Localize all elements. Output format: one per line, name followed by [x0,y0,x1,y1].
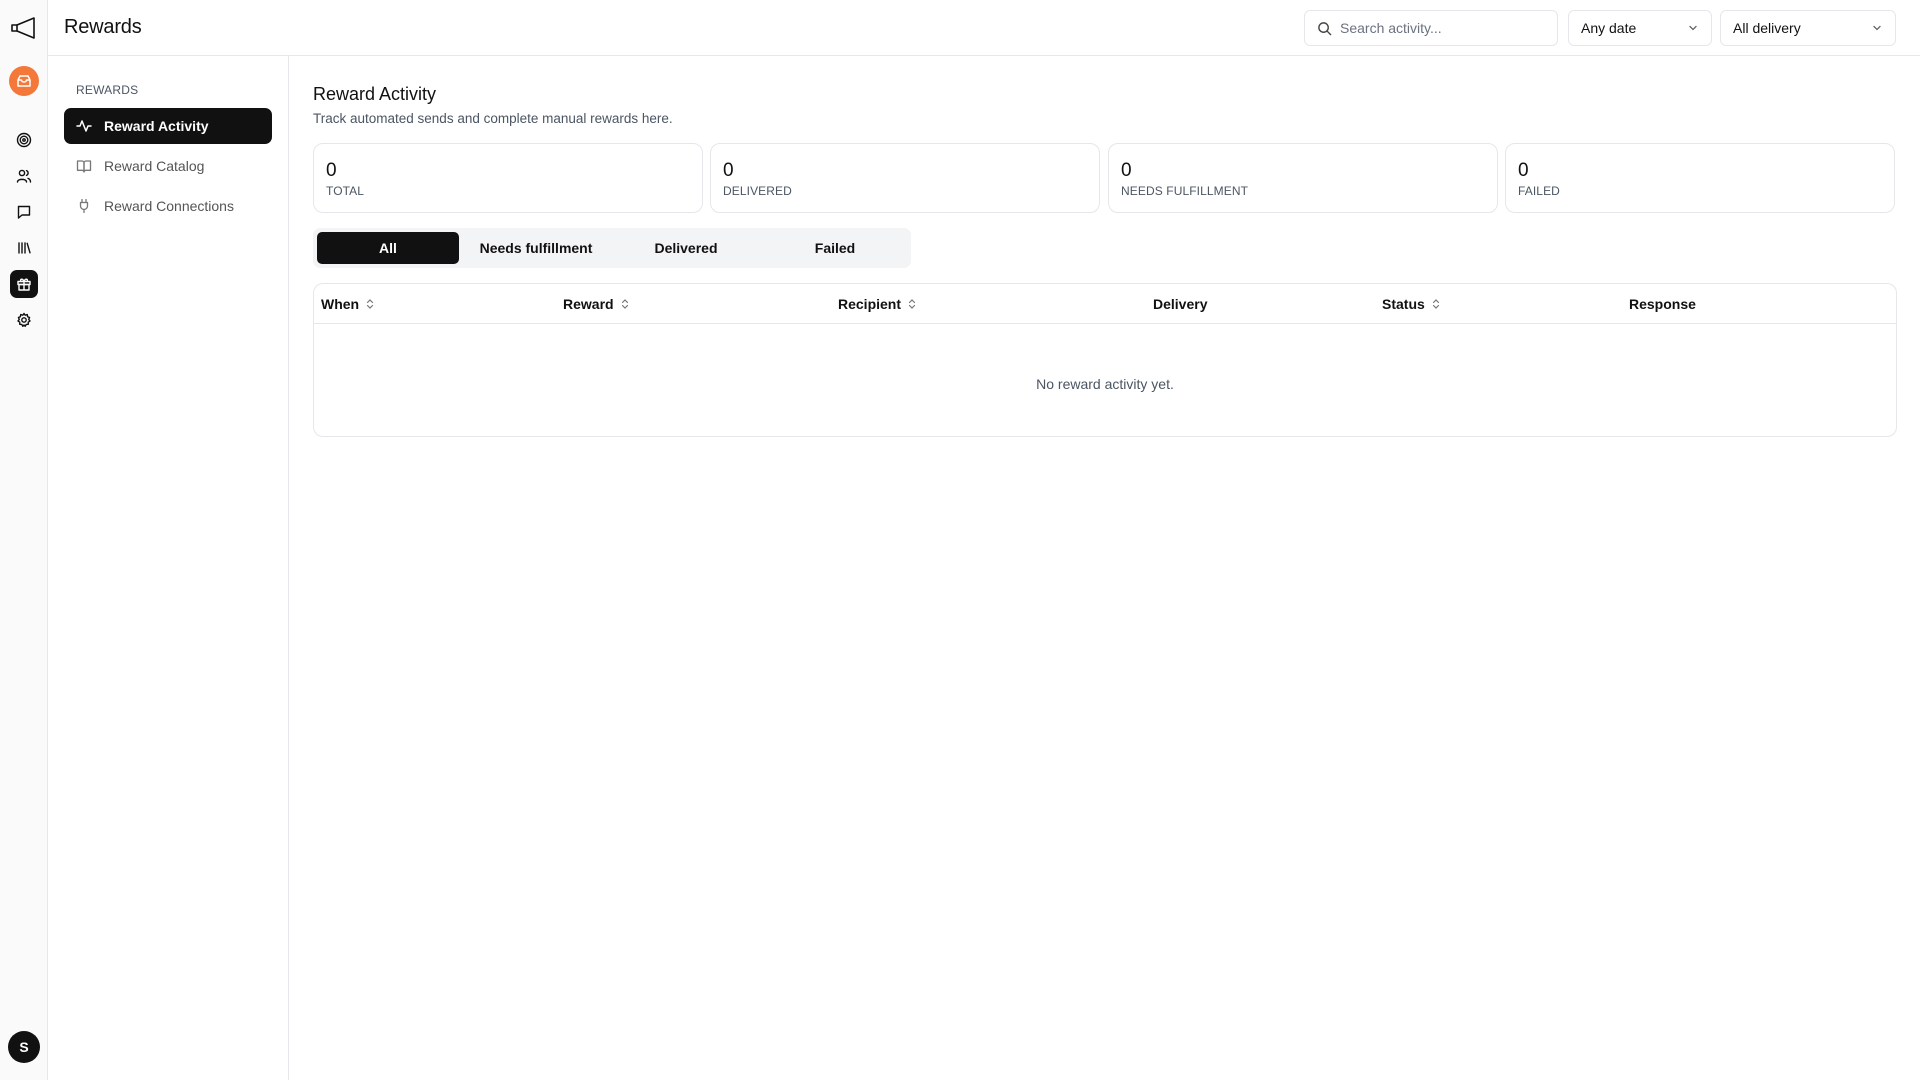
column-label: Recipient [838,296,902,312]
column-label: Status [1382,296,1425,312]
reward-activity-table: When Reward Recipient Delivery Status Re… [313,283,1897,437]
sort-icon [907,298,917,310]
subnav-item-reward-activity[interactable]: Reward Activity [64,108,272,144]
subnav-item-label: Reward Connections [104,198,234,214]
stat-value: 0 [326,160,337,181]
chat-icon[interactable] [10,198,38,226]
sort-icon [365,298,375,310]
megaphone-icon[interactable] [9,15,39,41]
stat-value: 0 [1121,160,1132,181]
tab-all[interactable]: All [317,232,459,264]
date-filter-select[interactable]: Any date [1568,10,1712,46]
column-header-reward[interactable]: Reward [563,296,630,312]
column-label: Delivery [1153,296,1208,312]
stat-label: DELIVERED [723,184,792,198]
subnav-item-reward-catalog[interactable]: Reward Catalog [64,148,272,184]
subnav-item-label: Reward Catalog [104,158,205,174]
rewards-subnav: REWARDS Reward Activity Reward Catalog R… [48,56,289,1080]
status-tabs: All Needs fulfillment Delivered Failed [313,228,911,268]
subnav-item-reward-connections[interactable]: Reward Connections [64,188,272,224]
workspace-logo[interactable] [9,66,39,96]
app-title: Rewards [64,16,142,38]
tab-needs-fulfillment[interactable]: Needs fulfillment [465,232,607,264]
chevron-down-icon [1687,22,1699,34]
search-box[interactable] [1304,10,1558,46]
book-icon [76,158,92,174]
target-icon[interactable] [10,126,38,154]
activity-icon [76,118,92,134]
stat-card-total: 0 TOTAL [313,143,703,213]
column-header-delivery: Delivery [1153,296,1207,312]
column-header-when[interactable]: When [321,296,375,312]
subnav-item-label: Reward Activity [104,118,209,134]
stat-value: 0 [723,160,734,181]
tab-delivered[interactable]: Delivered [615,232,757,264]
column-header-recipient[interactable]: Recipient [838,296,917,312]
stat-label: FAILED [1518,184,1560,198]
gift-icon[interactable] [10,270,38,298]
table-header: When Reward Recipient Delivery Status Re… [314,284,1896,324]
avatar[interactable]: S [8,1031,40,1063]
stat-card-needs-fulfillment: 0 NEEDS FULFILLMENT [1108,143,1498,213]
search-icon [1317,21,1332,36]
search-input[interactable] [1340,20,1540,36]
page-title: Reward Activity [313,84,437,104]
column-label: Reward [563,296,614,312]
stat-value: 0 [1518,160,1529,181]
empty-state-message: No reward activity yet. [1036,376,1174,392]
column-label: When [321,296,360,312]
delivery-filter-value: All delivery [1733,20,1801,36]
column-label: Response [1629,296,1696,312]
library-icon[interactable] [10,234,38,262]
page-description: Track automated sends and complete manua… [313,111,673,126]
chevron-down-icon [1871,22,1883,34]
sort-icon [620,298,630,310]
plug-icon [76,198,92,214]
stat-card-delivered: 0 DELIVERED [710,143,1100,213]
subnav-section-label: REWARDS [76,83,139,97]
top-bar: Rewards Any date All delivery [48,0,1920,56]
stat-label: NEEDS FULFILLMENT [1121,184,1249,198]
settings-icon[interactable] [10,306,38,334]
column-header-status[interactable]: Status [1382,296,1441,312]
stat-card-failed: 0 FAILED [1505,143,1895,213]
sort-icon [1431,298,1441,310]
stat-label: TOTAL [326,184,365,198]
date-filter-value: Any date [1581,20,1637,36]
tab-failed[interactable]: Failed [764,232,906,264]
users-icon[interactable] [10,162,38,190]
icon-rail: S [0,0,48,1080]
column-header-response: Response [1629,296,1696,312]
delivery-filter-select[interactable]: All delivery [1720,10,1896,46]
